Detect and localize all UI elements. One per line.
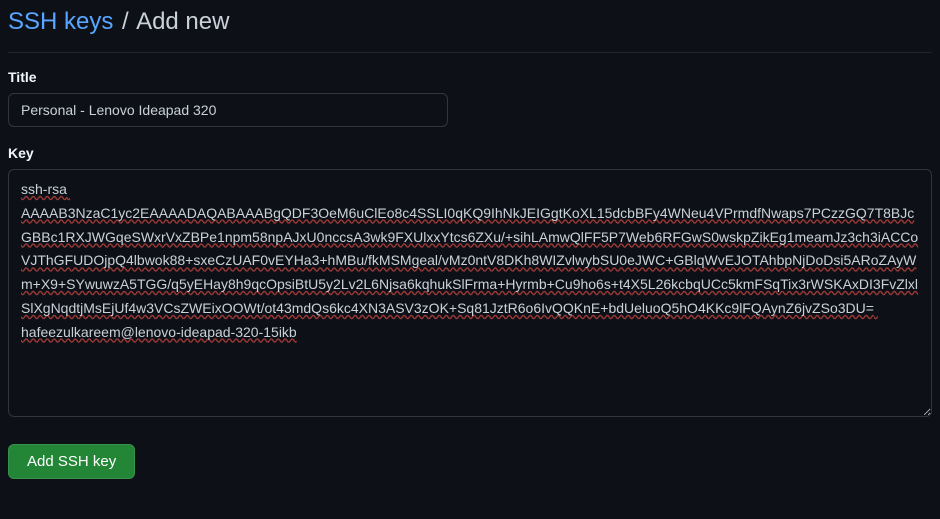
breadcrumb-parent-link[interactable]: SSH keys bbox=[8, 8, 113, 35]
key-label: Key bbox=[8, 145, 932, 161]
breadcrumb-separator: / bbox=[122, 8, 129, 35]
title-label: Title bbox=[8, 69, 932, 85]
breadcrumb: SSH keys / Add new bbox=[8, 0, 932, 53]
key-field-group: Key bbox=[8, 145, 932, 422]
title-input[interactable] bbox=[8, 93, 448, 127]
title-field-group: Title bbox=[8, 69, 932, 127]
key-textarea[interactable] bbox=[8, 169, 932, 417]
add-ssh-key-button[interactable]: Add SSH key bbox=[8, 444, 135, 479]
breadcrumb-current: Add new bbox=[136, 8, 229, 35]
